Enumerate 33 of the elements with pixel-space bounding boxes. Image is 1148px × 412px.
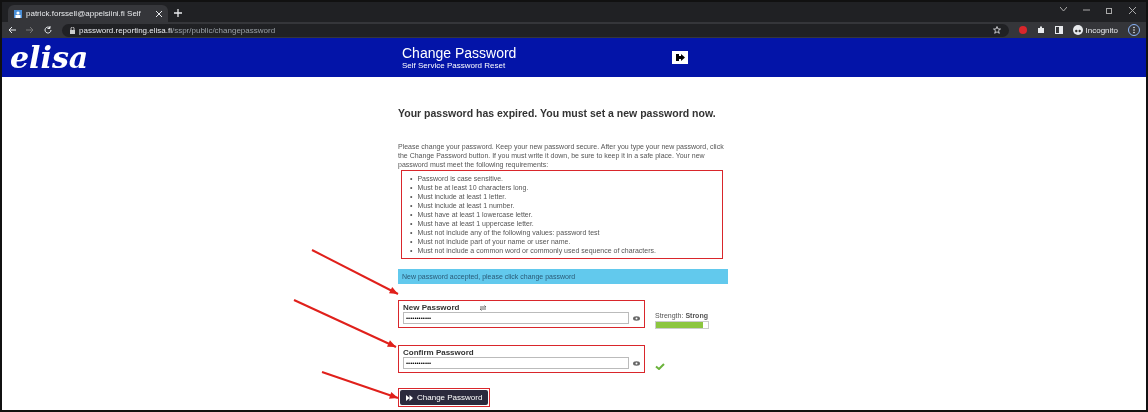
field-label: Confirm Password bbox=[403, 348, 475, 358]
logout-icon[interactable] bbox=[672, 51, 688, 64]
fast-forward-icon bbox=[406, 394, 413, 401]
new-tab-icon[interactable] bbox=[174, 9, 182, 17]
browser-tab[interactable]: patrick.forssell@appelsiini.fi Self bbox=[8, 5, 168, 22]
side-panel-icon[interactable] bbox=[1054, 26, 1063, 34]
forward-icon[interactable] bbox=[26, 26, 34, 34]
incognito-icon[interactable] bbox=[1072, 25, 1083, 35]
tab-title: patrick.forssell@appelsiini.fi Self bbox=[26, 8, 142, 19]
url-text: password.reporting.elisa.fi/sspr/public/changepassword bbox=[79, 25, 276, 35]
minimize-icon[interactable] bbox=[1083, 6, 1090, 12]
profile-label: Incognito bbox=[1085, 25, 1118, 35]
menu-icon[interactable] bbox=[1128, 24, 1140, 36]
change-password-button[interactable]: Change Password bbox=[400, 390, 489, 406]
user-icon bbox=[14, 9, 22, 18]
back-icon[interactable] bbox=[8, 26, 16, 34]
eye-icon[interactable] bbox=[633, 360, 640, 366]
field-label: New Password bbox=[403, 303, 460, 313]
logo: elisa bbox=[10, 42, 90, 73]
swap-icon[interactable] bbox=[479, 304, 488, 311]
page-title: Change Password bbox=[402, 45, 518, 61]
restore-icon[interactable] bbox=[1106, 6, 1113, 14]
reload-icon[interactable] bbox=[44, 26, 52, 34]
chevron-down-icon[interactable] bbox=[1060, 6, 1067, 12]
close-icon[interactable] bbox=[1129, 6, 1136, 14]
page-subtitle: Self Service Password Reset bbox=[402, 61, 507, 70]
expired-heading: Your password has expired. You must set a new password now. bbox=[398, 107, 717, 119]
address-bar[interactable]: password.reporting.elisa.fi/sspr/public/changepassword bbox=[62, 23, 1009, 37]
lock-icon bbox=[70, 26, 75, 34]
eye-icon[interactable] bbox=[633, 315, 640, 321]
extension-icon[interactable] bbox=[1018, 26, 1027, 34]
star-icon[interactable] bbox=[992, 26, 1001, 34]
puzzle-icon[interactable] bbox=[1036, 26, 1045, 34]
